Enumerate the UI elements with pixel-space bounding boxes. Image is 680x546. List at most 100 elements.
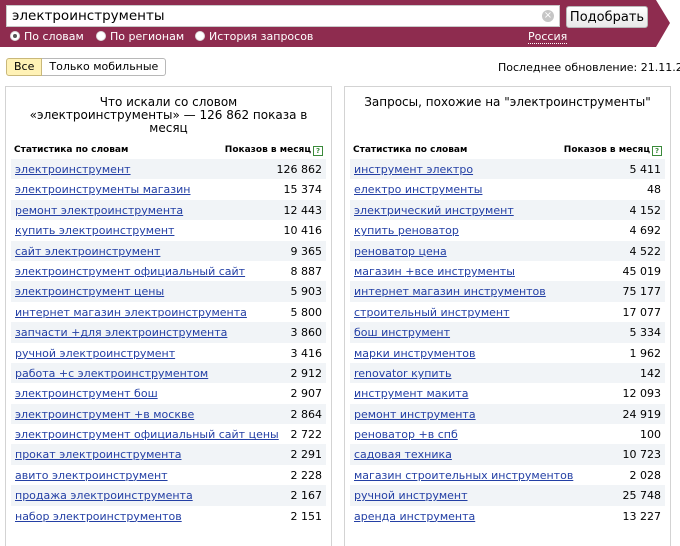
- keyword-link[interactable]: интернет магазин электроинструмента: [15, 306, 247, 319]
- submit-button[interactable]: Подобрать: [566, 6, 648, 28]
- impressions-count: 2 722: [290, 428, 323, 442]
- impressions-count: 2 028: [629, 468, 662, 482]
- keyword-link[interactable]: ручной инструмент: [354, 489, 468, 502]
- table-row: электроинструмент цены 5 903: [11, 281, 326, 302]
- keyword-link[interactable]: инструмент электро: [354, 163, 473, 176]
- keyword-link[interactable]: строительный инструмент: [354, 306, 509, 319]
- table-row: электроинструмент 126 862: [11, 159, 326, 180]
- impressions-count: 2 291: [290, 448, 323, 462]
- keyword-link[interactable]: инструмент макита: [354, 387, 468, 400]
- table-row: электроинструменты магазин 15 374: [11, 179, 326, 199]
- keyword-link[interactable]: купить электроинструмент: [15, 224, 174, 237]
- left-panel-title: Что искали со словом «электроинструменты…: [6, 96, 331, 135]
- search-box: ×: [6, 5, 560, 27]
- keyword-link[interactable]: электроинструмент +в москве: [15, 408, 194, 421]
- keyword-link[interactable]: аренда инструмента: [354, 510, 475, 523]
- keyword-link[interactable]: ремонт инструмента: [354, 408, 476, 421]
- right-keyword-table: инструмент электро 5 411 електро инструмен…: [350, 159, 665, 526]
- table-header: Статистика по словам Показов в месяц ?: [353, 145, 662, 159]
- keyword-link[interactable]: продажа электроинструмента: [15, 489, 193, 502]
- help-icon[interactable]: ?: [313, 146, 323, 156]
- impressions-count: 10 723: [622, 448, 662, 462]
- keyword-link[interactable]: реноватор +в спб: [354, 428, 458, 441]
- table-row: интернет магазин инструментов 75 177: [350, 281, 665, 302]
- impressions-count: 2 907: [290, 387, 323, 401]
- keyword-link[interactable]: купить реноватор: [354, 224, 459, 237]
- device-filter: Все Только мобильные: [6, 58, 167, 76]
- table-row: строительный инструмент 17 077: [350, 302, 665, 322]
- keyword-link[interactable]: электроинструмент: [15, 163, 131, 176]
- impressions-count: 2 228: [290, 468, 323, 482]
- impressions-count: 2 151: [290, 509, 323, 523]
- keyword-link[interactable]: renovator купить: [354, 367, 451, 380]
- filter-mobile-button[interactable]: Только мобильные: [42, 58, 167, 76]
- keyword-link[interactable]: электроинструмент официальный сайт: [15, 265, 245, 278]
- impressions-count: 4 152: [629, 203, 662, 217]
- right-panel: Запросы, похожие на "электроинструменты"…: [344, 86, 671, 546]
- keyword-link[interactable]: електро инструменты: [354, 183, 482, 196]
- table-row: ручной электроинструмент 3 416: [11, 343, 326, 363]
- impressions-count: 12 443: [283, 203, 323, 217]
- mode-by-words[interactable]: По словам: [10, 30, 84, 43]
- impressions-count: 2 864: [290, 407, 323, 421]
- mode-by-regions[interactable]: По регионам: [96, 30, 184, 43]
- title-line: месяц: [149, 121, 188, 135]
- keyword-link[interactable]: интернет магазин инструментов: [354, 285, 546, 298]
- impressions-count: 100: [640, 428, 661, 442]
- keyword-link[interactable]: электроинструмент цены: [15, 285, 164, 298]
- table-row: электроинструмент официальный сайт 8 887: [11, 261, 326, 281]
- table-row: ремонт электроинструмента 12 443: [11, 199, 326, 221]
- col-count-header: Показов в месяц: [224, 145, 311, 155]
- keyword-link[interactable]: сайт электроинструмент: [15, 245, 160, 258]
- col-count-header: Показов в месяц: [563, 145, 650, 155]
- impressions-count: 8 887: [290, 264, 323, 278]
- keyword-link[interactable]: электроинструмент официальный сайт цены: [15, 428, 279, 441]
- keyword-link[interactable]: садовая техника: [354, 448, 452, 461]
- table-row: электроинструмент бош 2 907: [11, 383, 326, 403]
- impressions-count: 2 167: [290, 489, 323, 503]
- keyword-link[interactable]: магазин +все инструменты: [354, 265, 515, 278]
- keyword-link[interactable]: реноватор цена: [354, 245, 447, 258]
- table-row: продажа электроинструмента 2 167: [11, 485, 326, 506]
- radio-icon: [96, 31, 106, 41]
- table-row: реноватор +в спб 100: [350, 424, 665, 444]
- keyword-link[interactable]: ремонт электроинструмента: [15, 204, 183, 217]
- table-row: прокат электроинструмента 2 291: [11, 444, 326, 465]
- keyword-link[interactable]: магазин строительных инструментов: [354, 469, 573, 482]
- table-row: работа +с электроинструментом 2 912: [11, 362, 326, 384]
- mode-query-history[interactable]: История запросов: [195, 30, 313, 43]
- keyword-link[interactable]: электроинструмент бош: [15, 387, 158, 400]
- impressions-count: 4 522: [629, 244, 662, 258]
- keyword-link[interactable]: набор электроинструментов: [15, 510, 182, 523]
- region-selector[interactable]: Россия: [528, 30, 568, 44]
- keyword-link[interactable]: электроинструменты магазин: [15, 183, 190, 196]
- impressions-count: 1 962: [629, 346, 662, 360]
- radio-selected-icon: [10, 31, 20, 41]
- keyword-link[interactable]: бош инструмент: [354, 326, 450, 339]
- search-input[interactable]: [7, 6, 542, 26]
- col-keyword-header: Статистика по словам: [353, 145, 468, 155]
- keyword-link[interactable]: электрический инструмент: [354, 204, 514, 217]
- keyword-link[interactable]: марки инструментов: [354, 347, 475, 360]
- table-row: набор электроинструментов 2 151: [11, 506, 326, 526]
- table-row: ручной инструмент 25 748: [350, 485, 665, 506]
- search-bar: × Подобрать По словам По регионам Истори…: [0, 0, 670, 47]
- clear-icon[interactable]: ×: [542, 10, 554, 22]
- help-icon[interactable]: ?: [652, 146, 662, 156]
- table-row: инструмент электро 5 411: [350, 159, 665, 180]
- impressions-count: 9 365: [290, 244, 323, 258]
- keyword-link[interactable]: ручной электроинструмент: [15, 347, 175, 360]
- radio-icon: [195, 31, 205, 41]
- impressions-count: 5 800: [290, 305, 323, 319]
- table-row: электроинструмент +в москве 2 864: [11, 403, 326, 425]
- impressions-count: 12 093: [622, 387, 662, 401]
- keyword-link[interactable]: авито электроинструмент: [15, 469, 168, 482]
- table-row: интернет магазин электроинструмента 5 800: [11, 302, 326, 322]
- keyword-link[interactable]: работа +с электроинструментом: [15, 367, 208, 380]
- keyword-link[interactable]: запчасти +для электроинструмента: [15, 326, 227, 339]
- filter-all-button[interactable]: Все: [6, 58, 43, 76]
- table-row: реноватор цена 4 522: [350, 240, 665, 261]
- impressions-count: 75 177: [622, 285, 662, 299]
- keyword-link[interactable]: прокат электроинструмента: [15, 448, 182, 461]
- right-panel-title: Запросы, похожие на "электроинструменты": [364, 95, 651, 109]
